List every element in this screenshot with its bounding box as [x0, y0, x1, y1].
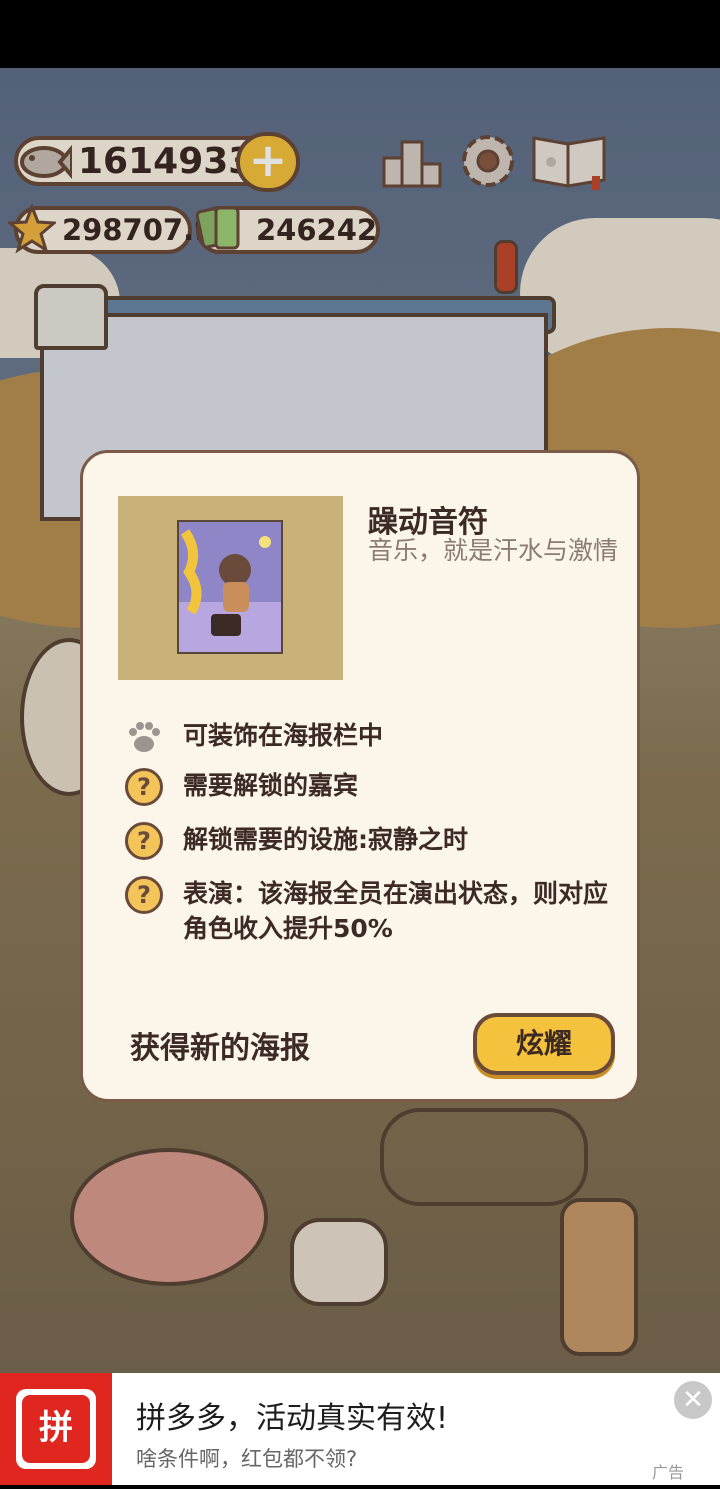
feature-row: 可装饰在海报栏中: [125, 718, 613, 756]
feature-row: ? 表演：该海报全员在演出状态，则对应角色收入提升50%: [125, 876, 613, 946]
poster-image: [177, 520, 283, 654]
show-off-button[interactable]: 炫耀: [473, 1013, 615, 1075]
ad-subtitle[interactable]: 啥条件啊，红包都不领?: [136, 1443, 357, 1473]
status-bar: [0, 0, 720, 68]
feature-text: 需要解锁的嘉宾: [183, 771, 359, 800]
feature-text: 可装饰在海报栏中: [183, 721, 384, 750]
feature-text: 解锁需要的设施:寂静之时: [183, 825, 468, 854]
feature-row: ? 需要解锁的嘉宾: [125, 768, 613, 806]
poster-dialog: 躁动音符 音乐，就是汗水与激情 可装饰在海报栏中 ? 需要解锁的嘉宾 ? 解锁需…: [80, 450, 640, 1102]
new-poster-label: 获得新的海报: [130, 1031, 310, 1066]
question-icon[interactable]: ?: [125, 822, 163, 860]
paw-icon: [125, 718, 163, 756]
feature-text: 表演：该海报全员在演出状态，则对应角色收入提升50%: [183, 879, 609, 943]
question-icon[interactable]: ?: [125, 876, 163, 914]
poster-description: 音乐，就是汗水与激情: [368, 536, 619, 565]
logo-text: 拼: [39, 1408, 73, 1448]
ad-close-icon[interactable]: ✕: [674, 1381, 712, 1419]
pinduoduo-logo[interactable]: 拼: [0, 1373, 112, 1485]
poster-preview: [118, 496, 343, 680]
ad-title[interactable]: 拼多多，活动真实有效!: [136, 1393, 448, 1437]
ad-banner[interactable]: 拼 拼多多，活动真实有效! 啥条件啊，红包都不领? ✕ 广告: [0, 1373, 720, 1485]
feature-row: ? 解锁需要的设施:寂静之时: [125, 822, 613, 860]
question-icon[interactable]: ?: [125, 768, 163, 806]
ad-tag: 广告: [652, 1463, 685, 1482]
